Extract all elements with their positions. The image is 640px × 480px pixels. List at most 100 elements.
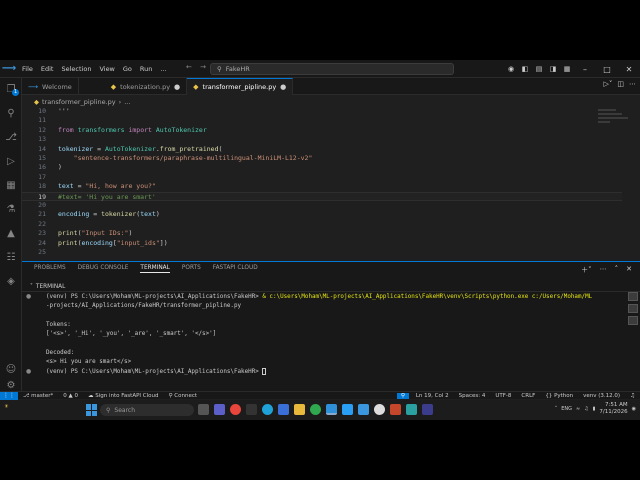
task-view-icon[interactable] bbox=[198, 404, 209, 415]
code-line[interactable]: 16) bbox=[22, 163, 622, 172]
code-line[interactable]: 24 print(encoding["input_ids"]) bbox=[22, 239, 622, 248]
code-editor[interactable]: 10 ''' 11 12 from transformers import AutoTo… bbox=[22, 107, 640, 257]
more-actions-icon[interactable]: ⋯ bbox=[600, 265, 607, 275]
vscode-taskbar-icon[interactable] bbox=[326, 404, 337, 415]
paint-icon[interactable] bbox=[358, 404, 369, 415]
status-connect[interactable]: ⚲ Connect bbox=[163, 393, 202, 399]
command-center[interactable]: ⚲ FakeHR bbox=[210, 63, 454, 75]
layout-secondary-icon[interactable]: ◨ bbox=[546, 65, 560, 73]
testing-icon[interactable]: ⚗ bbox=[0, 198, 22, 220]
maximize-icon[interactable]: □ bbox=[596, 65, 618, 74]
run-python-icon[interactable]: ▷˅ bbox=[603, 80, 612, 88]
code-line[interactable]: 22 bbox=[22, 220, 622, 229]
status-encoding[interactable]: UTF-8 bbox=[490, 393, 516, 399]
menu-selection[interactable]: Selection bbox=[57, 65, 95, 73]
code-line[interactable]: 10 ''' bbox=[22, 107, 622, 116]
code-line[interactable]: 18 text = "Hi, how are you?" bbox=[22, 182, 622, 191]
status-position[interactable]: Ln 19, Col 2 bbox=[411, 393, 454, 399]
command-decoration-icon[interactable]: ● bbox=[26, 293, 31, 300]
edge-icon[interactable] bbox=[262, 404, 273, 415]
taskbar-search[interactable]: ⚲ Search bbox=[100, 404, 194, 416]
start-button[interactable] bbox=[86, 404, 98, 416]
code-line[interactable]: 12 from transformers import AutoTokenizer bbox=[22, 126, 622, 135]
code-line[interactable]: 19 #text= 'Hi you are smart' bbox=[22, 191, 622, 201]
panel-tab-ports[interactable]: PORTS bbox=[182, 265, 201, 273]
code-line[interactable]: 13 bbox=[22, 135, 622, 144]
app-icon[interactable] bbox=[406, 404, 417, 415]
powerpoint-icon[interactable] bbox=[390, 404, 401, 415]
clock[interactable]: 7:51 AM 7/11/2026 bbox=[599, 402, 627, 416]
code-line[interactable]: 11 bbox=[22, 116, 622, 125]
status-sync[interactable]: 0 ▲ 0 bbox=[58, 393, 83, 399]
explorer-icon[interactable]: ❐ 1 bbox=[0, 78, 22, 100]
back-arrow-icon[interactable]: ← bbox=[186, 63, 192, 71]
status-spaces[interactable]: Spaces: 4 bbox=[454, 393, 491, 399]
modified-dot-icon[interactable]: ● bbox=[174, 83, 180, 91]
code-line[interactable]: 25 bbox=[22, 248, 622, 257]
maximize-panel-icon[interactable]: ˄ bbox=[615, 265, 619, 275]
breadcrumb-symbol[interactable]: ... bbox=[124, 98, 130, 106]
terminal-instance-icon[interactable] bbox=[628, 316, 638, 325]
close-panel-icon[interactable]: ✕ bbox=[626, 265, 632, 275]
menu-go[interactable]: Go bbox=[119, 65, 136, 73]
docker-icon[interactable]: ☷ bbox=[0, 246, 22, 268]
copilot-icon[interactable]: ◉ bbox=[504, 65, 518, 73]
modified-dot-icon[interactable]: ● bbox=[280, 83, 286, 91]
status-fastapi[interactable]: ☁ Sign into FastAPI Cloud bbox=[83, 393, 164, 399]
terminal-instance-icon[interactable] bbox=[628, 304, 638, 313]
chrome-icon[interactable] bbox=[230, 404, 241, 415]
breadcrumb-file[interactable]: transformer_pipline.py bbox=[42, 98, 116, 106]
panel-tab-debug-console[interactable]: DEBUG CONSOLE bbox=[78, 265, 129, 273]
customize-layout-icon[interactable]: ▦ bbox=[560, 65, 574, 73]
language-indicator[interactable]: ENG bbox=[561, 406, 572, 412]
tab-welcome[interactable]: ⟶ Welcome bbox=[22, 78, 79, 95]
python-env-icon[interactable]: ◈ bbox=[0, 270, 22, 292]
code-line[interactable]: 23 print("Input IDs:") bbox=[22, 229, 622, 238]
menu-run[interactable]: Run bbox=[136, 65, 156, 73]
terminal-section-header[interactable]: ˅ TERMINAL bbox=[22, 282, 640, 292]
account-icon[interactable]: ☺ bbox=[0, 358, 22, 380]
menu-edit[interactable]: Edit bbox=[37, 65, 58, 73]
more-actions-icon[interactable]: ⋯ bbox=[629, 80, 636, 88]
status-interpreter[interactable]: venv (3.12.0) bbox=[578, 393, 625, 399]
menu-more[interactable]: ... bbox=[156, 65, 170, 73]
panel-tab-problems[interactable]: PROBLEMS bbox=[34, 265, 66, 273]
minimize-icon[interactable]: – bbox=[574, 65, 596, 74]
layout-panel-icon[interactable]: ▤ bbox=[532, 65, 546, 73]
remote-icon[interactable]: ⋮⋮ bbox=[0, 391, 18, 400]
remote-explorer-icon[interactable]: ▲ bbox=[0, 222, 22, 244]
extensions-icon[interactable]: ▦ bbox=[0, 174, 22, 196]
status-eol[interactable]: CRLF bbox=[516, 393, 540, 399]
code-line[interactable]: 21 encoding = tokenizer(text) bbox=[22, 210, 622, 219]
new-terminal-icon[interactable]: ＋˅ bbox=[581, 265, 592, 275]
volume-icon[interactable]: ♫ bbox=[584, 406, 588, 412]
forward-arrow-icon[interactable]: → bbox=[200, 63, 206, 71]
run-debug-icon[interactable]: ▷ bbox=[0, 150, 22, 172]
file-explorer-icon[interactable] bbox=[294, 404, 305, 415]
code-line[interactable]: 17 bbox=[22, 173, 622, 182]
photos-icon[interactable] bbox=[342, 404, 353, 415]
terminal-output[interactable]: ● (venv) PS C:\Users\Moham\ML-projects\A… bbox=[22, 293, 618, 388]
app-icon[interactable] bbox=[422, 404, 433, 415]
menu-view[interactable]: View bbox=[95, 65, 118, 73]
terminal-instance-icon[interactable] bbox=[628, 292, 638, 301]
chevron-up-icon[interactable]: ˄ bbox=[555, 406, 558, 412]
split-editor-icon[interactable]: ◫ bbox=[617, 80, 624, 88]
teams-icon[interactable] bbox=[214, 404, 225, 415]
zoom-icon[interactable]: ⚲ bbox=[396, 392, 409, 399]
menu-file[interactable]: File bbox=[18, 65, 37, 73]
bell-icon[interactable]: ♫ bbox=[625, 393, 640, 399]
wifi-icon[interactable]: ≈ bbox=[576, 406, 580, 412]
weather-widget[interactable]: ☀ bbox=[4, 404, 9, 410]
github-icon[interactable] bbox=[374, 404, 385, 415]
source-control-icon[interactable]: ⎇ bbox=[0, 126, 22, 148]
panel-tab-fastapi-cloud[interactable]: FASTAPI CLOUD bbox=[213, 265, 258, 273]
search-icon[interactable]: ⚲ bbox=[0, 102, 22, 124]
terminal-icon[interactable] bbox=[246, 404, 257, 415]
code-line[interactable]: 20 bbox=[22, 201, 622, 210]
command-decoration-icon[interactable]: ● bbox=[26, 368, 31, 375]
status-language[interactable]: {} Python bbox=[540, 393, 578, 399]
close-icon[interactable]: ✕ bbox=[618, 65, 640, 74]
status-branch[interactable]: ⎇ master* bbox=[18, 393, 58, 399]
panel-tab-terminal[interactable]: TERMINAL bbox=[140, 265, 170, 273]
